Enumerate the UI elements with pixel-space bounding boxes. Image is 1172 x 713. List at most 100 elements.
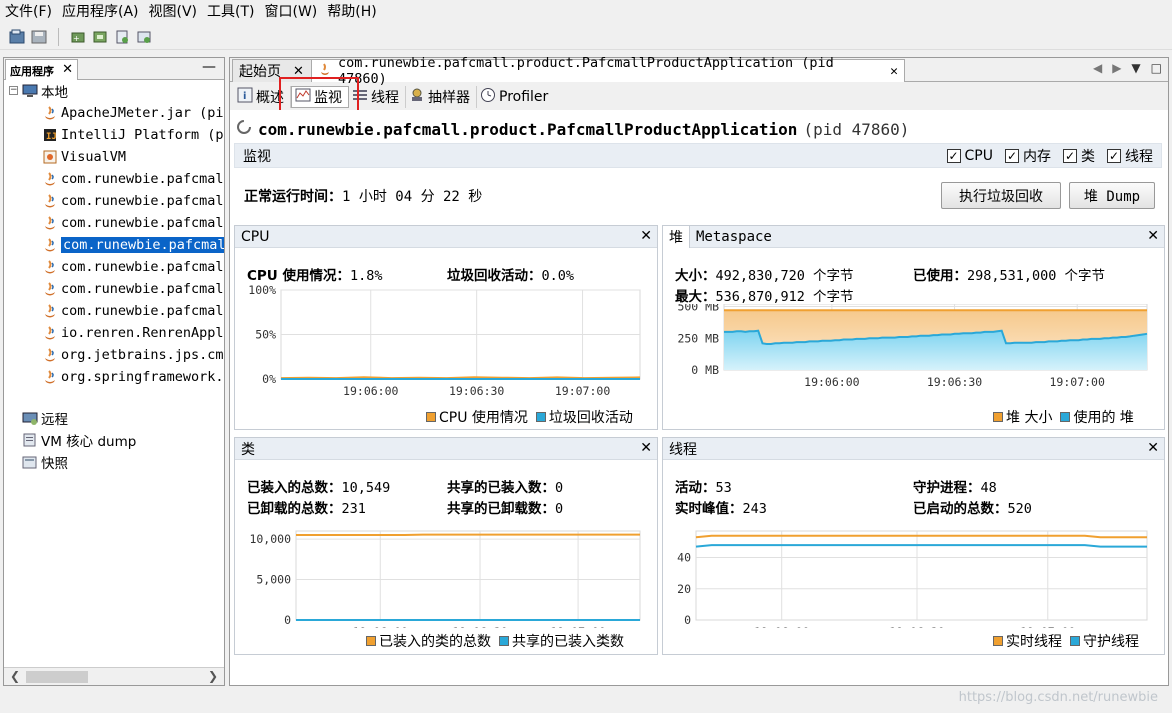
checkbox-classes[interactable]: ✓ 类 xyxy=(1063,146,1095,166)
tree-node-remote[interactable]: 远程 xyxy=(22,408,68,428)
tree-node-label: VisualVM xyxy=(61,149,127,165)
java-app-icon xyxy=(42,237,58,253)
scroll-left-icon[interactable]: ❮ xyxy=(10,669,20,683)
close-icon[interactable]: ✕ xyxy=(890,64,898,79)
horizontal-scrollbar[interactable]: ❮ ❯ xyxy=(4,667,224,685)
menu-window[interactable]: 窗口(W) xyxy=(260,0,323,25)
tab-start-page[interactable]: 起始页 ✕ xyxy=(232,59,312,82)
classes-panel-title: 类 xyxy=(241,441,255,458)
tree-node-local[interactable]: 本地 xyxy=(22,81,68,101)
tree-node-process[interactable]: org.jetbrains.jps.cmd xyxy=(42,345,224,365)
java-app-icon xyxy=(318,62,332,80)
svg-text:IJ: IJ xyxy=(46,132,57,142)
gc-activity-label: 垃圾回收活动： xyxy=(447,268,542,284)
tree-node-process[interactable]: com.runewbie.pafcmall xyxy=(42,279,224,299)
close-icon[interactable]: ✕ xyxy=(1147,440,1159,456)
close-icon[interactable]: ✕ xyxy=(640,440,652,456)
tree-node-process[interactable]: VisualVM xyxy=(42,147,126,167)
open-file-icon[interactable] xyxy=(8,28,26,46)
legend-shared-loaded-classes: 共享的已装入类数 xyxy=(499,631,624,651)
legend-swatch xyxy=(1070,636,1080,646)
applications-tab[interactable]: 应用程序 ✕ xyxy=(5,59,78,80)
tab-profiler[interactable]: Profiler xyxy=(477,86,554,108)
menu-file[interactable]: 文件(F) xyxy=(0,0,57,25)
tab-monitor[interactable]: 监视 xyxy=(291,86,349,108)
tab-sampler[interactable]: 抽样器 xyxy=(406,86,477,108)
checkbox-cpu[interactable]: ✓ CPU xyxy=(946,146,993,166)
tree-node-process[interactable]: com.runewbie.pafcmall xyxy=(42,235,224,255)
add-core-dump-icon[interactable] xyxy=(113,28,131,46)
x-tick-label: 19:06:00 xyxy=(343,384,398,398)
heap-size-value: 492,830,720 个字节 xyxy=(715,268,854,284)
tree-node-label: org.springframework.b xyxy=(61,369,224,385)
classes-loaded-label: 已装入的总数： xyxy=(247,480,342,496)
tree-node-process[interactable]: IJ IntelliJ Platform (p xyxy=(42,125,224,145)
add-snapshot-icon[interactable] xyxy=(135,28,153,46)
tree-node-process[interactable]: ApacheJMeter.jar (pid xyxy=(42,103,224,123)
checkbox-threads[interactable]: ✓ 线程 xyxy=(1107,146,1153,166)
legend-swatch xyxy=(993,636,1003,646)
checkbox-memory[interactable]: ✓ 内存 xyxy=(1005,146,1051,166)
y-tick-label: 0 MB xyxy=(691,363,719,377)
maximize-icon[interactable]: □ xyxy=(1151,61,1162,75)
live-threads-stat: 活动：53 xyxy=(675,476,732,496)
monitor-content: com.runewbie.pafcmall.product.PafcmallPr… xyxy=(230,110,1168,685)
started-threads-stat: 已启动的总数：520 xyxy=(913,497,1032,517)
classes-panel-header: 类 ✕ xyxy=(235,438,657,460)
tree-node-process[interactable]: com.runewbie.pafcmall xyxy=(42,257,224,277)
monitor-header: 监视 ✓ CPU ✓ 内存 ✓ 类 ✓ 线程 xyxy=(234,143,1162,168)
info-icon: i xyxy=(237,87,253,107)
menu-help[interactable]: 帮助(H) xyxy=(322,0,381,25)
close-icon[interactable]: ✕ xyxy=(1147,228,1159,244)
minimize-icon[interactable]: — xyxy=(202,59,216,75)
tab-application[interactable]: com.runewbie.pafcmall.product.PafcmallPr… xyxy=(311,55,905,87)
scroll-right-icon[interactable]: ❯ xyxy=(208,669,218,683)
add-remote-host-icon[interactable] xyxy=(91,28,109,46)
classes-unloaded-label: 已卸载的总数： xyxy=(247,501,342,517)
legend-gc-activity: 垃圾回收活动 xyxy=(535,407,633,427)
menu-application[interactable]: 应用程序(A) xyxy=(57,0,144,25)
heap-dump-button[interactable]: 堆 Dump xyxy=(1069,182,1155,209)
collapse-icon[interactable]: − xyxy=(9,86,18,95)
tree-node-process[interactable]: org.springframework.b xyxy=(42,367,224,387)
perform-gc-button[interactable]: 执行垃圾回收 xyxy=(941,182,1061,209)
tab-metaspace[interactable]: Metaspace xyxy=(690,226,778,248)
tab-list-icon[interactable]: ▼ xyxy=(1131,61,1140,75)
checkbox-memory-label: 内存 xyxy=(1023,149,1051,165)
tree-node-process[interactable]: com.runewbie.pafcmall xyxy=(42,169,224,189)
check-icon: ✓ xyxy=(1063,149,1077,163)
applications-tabbar: 应用程序 ✕ — xyxy=(4,58,224,80)
tree-node-process[interactable]: com.runewbie.pafcmall xyxy=(42,213,224,233)
menu-tools[interactable]: 工具(T) xyxy=(202,0,259,25)
tab-overview[interactable]: i 概述 xyxy=(234,86,291,108)
check-icon: ✓ xyxy=(1005,149,1019,163)
tree-node-process[interactable]: com.runewbie.pafcmall xyxy=(42,301,224,321)
tree-node-label: IntelliJ Platform (p xyxy=(61,127,224,143)
heap-max-label: 最大： xyxy=(675,289,716,305)
add-jmx-connection-icon[interactable]: + xyxy=(69,28,87,46)
cpu-panel-header: CPU ✕ xyxy=(235,226,657,248)
shared-unloaded-value: 0 xyxy=(555,501,564,517)
java-app-icon xyxy=(42,325,58,341)
tree-node-process[interactable]: io.renren.RenrenAppli xyxy=(42,323,224,343)
shared-loaded-value: 0 xyxy=(555,480,564,496)
tab-heap[interactable]: 堆 xyxy=(663,225,690,248)
save-icon[interactable] xyxy=(30,28,48,46)
tab-application-label: com.runewbie.pafcmall.product.PafcmallPr… xyxy=(338,55,834,87)
gc-activity-value: 0.0% xyxy=(541,268,575,284)
close-icon[interactable]: ✕ xyxy=(640,228,652,244)
legend-gc-activity-label: 垃圾回收活动 xyxy=(548,410,633,426)
tab-next-icon[interactable]: ▶ xyxy=(1112,61,1121,75)
menu-view[interactable]: 视图(V) xyxy=(144,0,203,25)
check-icon: ✓ xyxy=(946,149,961,163)
tree-node-snapshots[interactable]: 快照 xyxy=(22,452,68,472)
tab-threads[interactable]: 线程 xyxy=(349,86,406,108)
document-tabbar: 起始页 ✕ com.runewbie.pafcmall.product.Pafc… xyxy=(230,55,1168,87)
close-icon[interactable]: ✕ xyxy=(62,62,73,77)
tab-threads-label: 线程 xyxy=(371,90,399,106)
tab-prev-icon[interactable]: ◀ xyxy=(1093,61,1102,75)
close-icon[interactable]: ✕ xyxy=(293,64,304,79)
tree-node-process[interactable]: com.runewbie.pafcmall xyxy=(42,191,224,211)
scrollbar-thumb[interactable] xyxy=(26,671,88,683)
tree-node-coredump[interactable]: VM 核心 dump xyxy=(22,430,136,450)
